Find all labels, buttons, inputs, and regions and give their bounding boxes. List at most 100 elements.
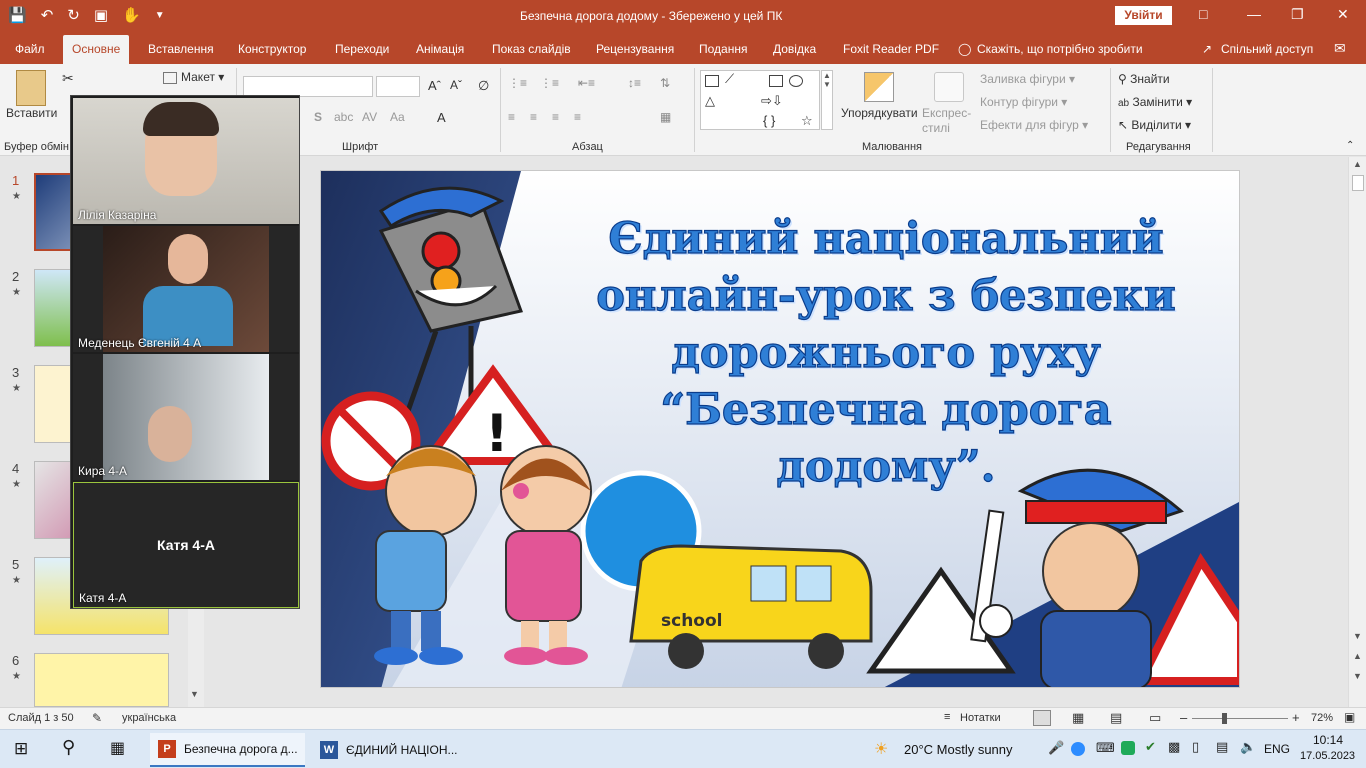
- participant-video-1[interactable]: Лілія Казаріна: [73, 98, 299, 224]
- sign-in-button[interactable]: Увійти: [1115, 6, 1172, 25]
- task-view-icon[interactable]: ▦: [110, 738, 125, 758]
- search-icon[interactable]: ⚲: [62, 737, 75, 758]
- scroll-down-icon[interactable]: ▼: [190, 689, 199, 699]
- normal-view-icon[interactable]: [1033, 710, 1051, 726]
- weather-text[interactable]: 20°C Mostly sunny: [904, 742, 1013, 757]
- replace-button[interactable]: ab Замінити ▾: [1118, 95, 1192, 109]
- battery-icon[interactable]: ▯: [1192, 739, 1199, 755]
- grow-font-icon[interactable]: Aˆ: [428, 78, 441, 93]
- quick-styles-button[interactable]: Експрес-стилі: [922, 106, 978, 136]
- arrow-shape-icon[interactable]: ⇨⇩: [761, 93, 783, 109]
- triangle-shape-icon[interactable]: △: [705, 93, 715, 109]
- touch-mode-icon[interactable]: ✋: [122, 6, 141, 24]
- font-name-combo[interactable]: [243, 76, 373, 97]
- undo-icon[interactable]: ↶: [41, 6, 54, 24]
- find-button[interactable]: ⚲ Знайти: [1118, 72, 1170, 86]
- text-direction-icon[interactable]: ⇅: [660, 76, 670, 90]
- layout-button[interactable]: Макет ▾: [163, 70, 224, 84]
- shape-effects-button[interactable]: Ефекти для фігур ▾: [980, 118, 1088, 132]
- font-color-icon[interactable]: A: [437, 110, 446, 125]
- current-slide[interactable]: ! school Єдиний національний онлайн-урок…: [320, 170, 1240, 688]
- bullets-icon[interactable]: ⋮≡: [508, 76, 527, 90]
- tab-foxit[interactable]: Foxit Reader PDF: [843, 42, 939, 56]
- tab-help[interactable]: Довідка: [773, 42, 816, 56]
- tab-home[interactable]: Основне: [63, 35, 130, 64]
- textbox-shape-icon[interactable]: [705, 75, 719, 87]
- oval-shape-icon[interactable]: [789, 75, 803, 87]
- slide-scrollbar[interactable]: ▲ ▼ ▲ ▼: [1348, 157, 1366, 707]
- align-left-icon[interactable]: ≡: [508, 110, 515, 124]
- zoom-slider[interactable]: [1192, 718, 1288, 719]
- shrink-font-icon[interactable]: Aˇ: [450, 78, 462, 92]
- align-right-icon[interactable]: ≡: [552, 110, 559, 124]
- taskbar-app-powerpoint[interactable]: P Безпечна дорога д...: [150, 733, 305, 767]
- slide-thumbnail-6[interactable]: [34, 653, 169, 707]
- tab-slideshow[interactable]: Показ слайдів: [492, 42, 571, 56]
- volume-icon[interactable]: 🔈: [1240, 739, 1256, 755]
- zoom-tray-icon[interactable]: [1071, 742, 1085, 756]
- justify-icon[interactable]: ≡: [574, 110, 581, 124]
- notes-button[interactable]: Нотатки: [960, 712, 1001, 724]
- clear-format-icon[interactable]: ∅: [478, 78, 489, 94]
- star-shape-icon[interactable]: ☆: [801, 113, 813, 129]
- customize-qat-icon[interactable]: ▼: [155, 6, 165, 24]
- tab-file[interactable]: Файл: [15, 42, 45, 56]
- usb-icon[interactable]: ⌨: [1096, 740, 1115, 756]
- paste-button[interactable]: Вставити: [6, 106, 57, 120]
- participant-video-3[interactable]: Кира 4-А: [73, 354, 299, 480]
- zoom-level[interactable]: 72%: [1311, 712, 1333, 724]
- present-icon[interactable]: ▣: [94, 6, 108, 24]
- fit-slide-icon[interactable]: ▣: [1344, 710, 1355, 724]
- previous-slide-icon[interactable]: ▲: [1353, 651, 1362, 661]
- zoom-out-icon[interactable]: –: [1180, 710, 1187, 725]
- spacing-icon[interactable]: AV: [362, 110, 377, 124]
- next-slide-icon[interactable]: ▼: [1353, 671, 1362, 681]
- change-case-icon[interactable]: Aa: [390, 110, 405, 124]
- rectangle-shape-icon[interactable]: [769, 75, 783, 87]
- arrange-button[interactable]: Упорядкувати: [841, 106, 918, 120]
- slide-sorter-icon[interactable]: ▦: [1072, 710, 1084, 726]
- brace-shape-icon[interactable]: { }: [763, 113, 775, 128]
- network-icon[interactable]: ▤: [1216, 739, 1228, 755]
- input-language[interactable]: ENG: [1264, 742, 1290, 756]
- cut-icon[interactable]: ✂: [62, 70, 74, 87]
- tab-transitions[interactable]: Переходи: [335, 42, 389, 56]
- spellcheck-icon[interactable]: ✎: [92, 711, 102, 725]
- reading-view-icon[interactable]: ▤: [1110, 710, 1122, 726]
- app-tray-icon[interactable]: [1121, 741, 1135, 755]
- slide-title[interactable]: Єдиний національний онлайн-урок з безпек…: [551, 211, 1221, 496]
- zoom-in-icon[interactable]: +: [1292, 710, 1300, 725]
- comments-icon[interactable]: ✉: [1334, 40, 1346, 57]
- shape-outline-button[interactable]: Контур фігури ▾: [980, 95, 1067, 109]
- taskbar-app-word[interactable]: W ЄДИНИЙ НАЦІОН...: [312, 733, 467, 767]
- select-button[interactable]: ↖ Виділити ▾: [1118, 118, 1191, 132]
- align-center-icon[interactable]: ≡: [530, 110, 537, 124]
- font-size-combo[interactable]: [376, 76, 420, 97]
- ribbon-display-icon[interactable]: □: [1199, 6, 1207, 22]
- share-button[interactable]: Спільний доступ: [1221, 42, 1313, 56]
- scroll-down-icon[interactable]: ▼: [1353, 631, 1362, 641]
- scroll-thumb[interactable]: [1352, 175, 1364, 191]
- close-icon[interactable]: ✕: [1337, 6, 1349, 23]
- participant-video-2[interactable]: Меденець Євгеній 4 А: [73, 226, 299, 352]
- slideshow-icon[interactable]: ▭: [1149, 710, 1161, 726]
- windows-start-icon[interactable]: ⊞: [14, 739, 28, 759]
- line-shape-icon[interactable]: ⟋: [725, 71, 734, 87]
- tab-design[interactable]: Конструктор: [238, 42, 306, 56]
- line-spacing-icon[interactable]: ↕≡: [628, 76, 641, 90]
- tell-me-box[interactable]: Скажіть, що потрібно зробити: [977, 42, 1143, 56]
- tab-animations[interactable]: Анімація: [416, 42, 464, 56]
- numbering-icon[interactable]: ⋮≡: [540, 76, 559, 90]
- microphone-icon[interactable]: 🎤: [1048, 740, 1064, 756]
- scroll-up-icon[interactable]: ▲: [1353, 159, 1362, 169]
- shapes-gallery[interactable]: ⟋ △ ⇨⇩ { } ☆: [700, 70, 820, 130]
- minimize-icon[interactable]: —: [1247, 6, 1261, 22]
- shadow-icon[interactable]: S: [314, 110, 322, 124]
- strikethrough-icon[interactable]: abc: [334, 110, 353, 124]
- clock-date[interactable]: 17.05.2023: [1300, 750, 1355, 762]
- shapes-scroll[interactable]: ▲ ▼: [821, 70, 833, 130]
- tab-view[interactable]: Подання: [699, 42, 747, 56]
- security-icon[interactable]: ✔: [1145, 739, 1156, 755]
- paste-icon[interactable]: [16, 70, 46, 106]
- tab-insert[interactable]: Вставлення: [148, 42, 214, 56]
